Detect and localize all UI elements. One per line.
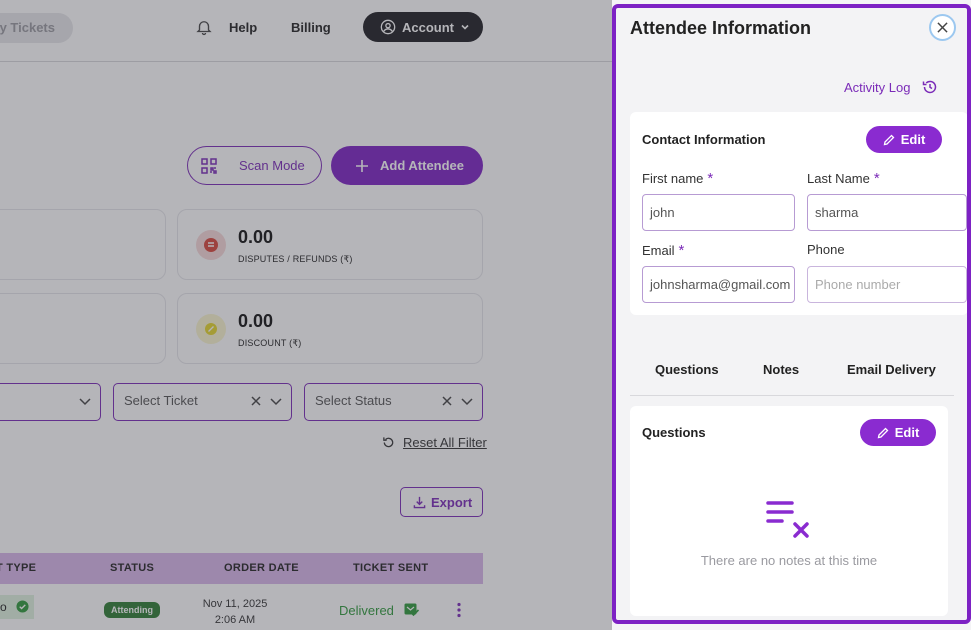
last-name-label: Last Name * [807,170,880,187]
email-label-text: Email [642,243,675,258]
chevron-down-icon [270,398,282,406]
activity-log-label: Activity Log [844,79,911,95]
edit-label: Edit [900,132,926,147]
tab-email-delivery[interactable]: Email Delivery [847,362,936,377]
table-row[interactable]: o Attending Nov 11, 2025 2:06 AM Deliver… [0,584,483,630]
bell-icon[interactable] [195,18,213,36]
chevron-down-icon [461,24,469,30]
dispute-icon [196,230,226,260]
close-button[interactable] [929,14,956,41]
account-label: Account [402,19,454,35]
chevron-down-icon [79,398,91,406]
row-actions-icon[interactable] [456,602,462,618]
attendee-info-drawer: Attendee Information Activity Log Contac… [612,4,971,624]
disputes-value: 0.00 [238,227,274,247]
plus-icon [356,159,368,172]
ticket-sent-cell: Delivered [339,603,419,618]
sent-mail-icon [404,603,419,617]
my-tickets-tab[interactable]: My Tickets [0,13,73,43]
no-notes-icon [766,501,809,538]
stat-card-disputes: 0.00 DISPUTES / REFUNDS (₹) [177,209,483,280]
check-circle-icon [16,600,29,613]
contact-information-title: Contact Information [642,132,766,147]
last-name-label-text: Last Name [807,171,870,186]
reset-icon [383,437,394,448]
user-circle-icon [380,19,396,35]
order-date: Nov 11, 2025 [202,598,268,610]
empty-notes-text: There are no notes at this time [700,553,878,568]
add-attendee-button[interactable]: Add Attendee [331,146,483,185]
last-name-input[interactable]: sharma [807,194,967,231]
contact-information-card: Contact Information Edit First name * Las… [630,112,967,315]
ticket-filter-select[interactable]: Select Ticket [113,383,292,421]
questions-title: Questions [642,425,706,440]
ticket-sent-status: Delivered [339,603,394,618]
email-label: Email * [642,242,684,259]
phone-input[interactable]: Phone number [807,266,967,303]
col-status: STATUS [110,562,155,574]
edit-contact-button[interactable]: Edit [866,126,942,153]
attendee-page-background: My Tickets Help Billing Account Scan Mod… [0,0,612,630]
stat-card-discount: 0.00 DISCOUNT (₹) [177,293,483,364]
scan-mode-button[interactable]: Scan Mode [187,146,322,185]
ticket-filter-placeholder: Select Ticket [124,393,198,408]
chevron-down-icon [461,398,473,406]
reset-filter-label: Reset All Filter [403,435,487,450]
status-badge: Attending [104,602,160,618]
order-time: 2:06 AM [214,614,256,626]
col-ticket-sent: TICKET SENT [353,562,429,574]
edit-questions-button[interactable]: Edit [860,419,936,446]
stat-card-left-2 [0,293,166,364]
top-navigation-bar: My Tickets Help Billing Account [0,0,612,62]
activity-log-link[interactable]: Activity Log [844,79,938,95]
reset-filter-link[interactable]: Reset All Filter [382,435,487,450]
email-input[interactable]: johnsharma@gmail.com [642,266,795,303]
required-mark: * [678,242,685,259]
export-button[interactable]: Export [400,487,483,517]
first-name-label-text: First name [642,171,704,186]
discount-value: 0.00 [238,311,274,331]
tab-notes[interactable]: Notes [763,362,799,377]
account-button[interactable]: Account [363,12,483,42]
status-filter-placeholder: Select Status [315,393,392,408]
close-icon [937,22,948,33]
required-mark: * [873,170,880,187]
attendee-tabs: Questions Notes Email Delivery [630,348,954,396]
order-date-cell: Nov 11, 2025 2:06 AM [200,596,270,628]
edit-label: Edit [894,425,920,440]
stat-card-left-1 [0,209,166,280]
event-filter-select[interactable]: e [0,383,101,421]
scan-mode-label: Scan Mode [239,158,305,173]
pencil-icon [883,134,895,145]
col-ticket-type: T TYPE [0,562,37,574]
qr-code-icon [201,157,217,174]
discount-icon [196,314,226,344]
first-name-label: First name * [642,170,713,187]
first-name-input[interactable]: john [642,194,795,231]
attendee-table-header: T TYPE STATUS ORDER DATE TICKET SENT [0,553,483,584]
history-icon [923,80,937,94]
add-attendee-label: Add Attendee [380,158,465,173]
required-mark: * [707,170,714,187]
ticket-type-text: o [0,600,7,614]
discount-label: DISCOUNT (₹) [238,338,302,348]
drawer-title: Attendee Information [630,18,812,38]
help-link[interactable]: Help [229,20,257,35]
billing-link[interactable]: Billing [291,20,331,35]
questions-card: Questions Edit There are no notes at thi… [630,406,948,616]
phone-label: Phone [807,242,845,257]
ticket-type-cell: o [0,595,34,619]
download-icon [413,496,426,508]
pencil-icon [877,427,889,438]
clear-icon[interactable] [440,394,454,408]
col-order-date: ORDER DATE [224,562,299,574]
status-filter-select[interactable]: Select Status [304,383,483,421]
tab-questions[interactable]: Questions [655,362,719,377]
disputes-label: DISPUTES / REFUNDS (₹) [238,254,353,264]
export-label: Export [431,494,473,510]
clear-icon[interactable] [249,394,263,408]
